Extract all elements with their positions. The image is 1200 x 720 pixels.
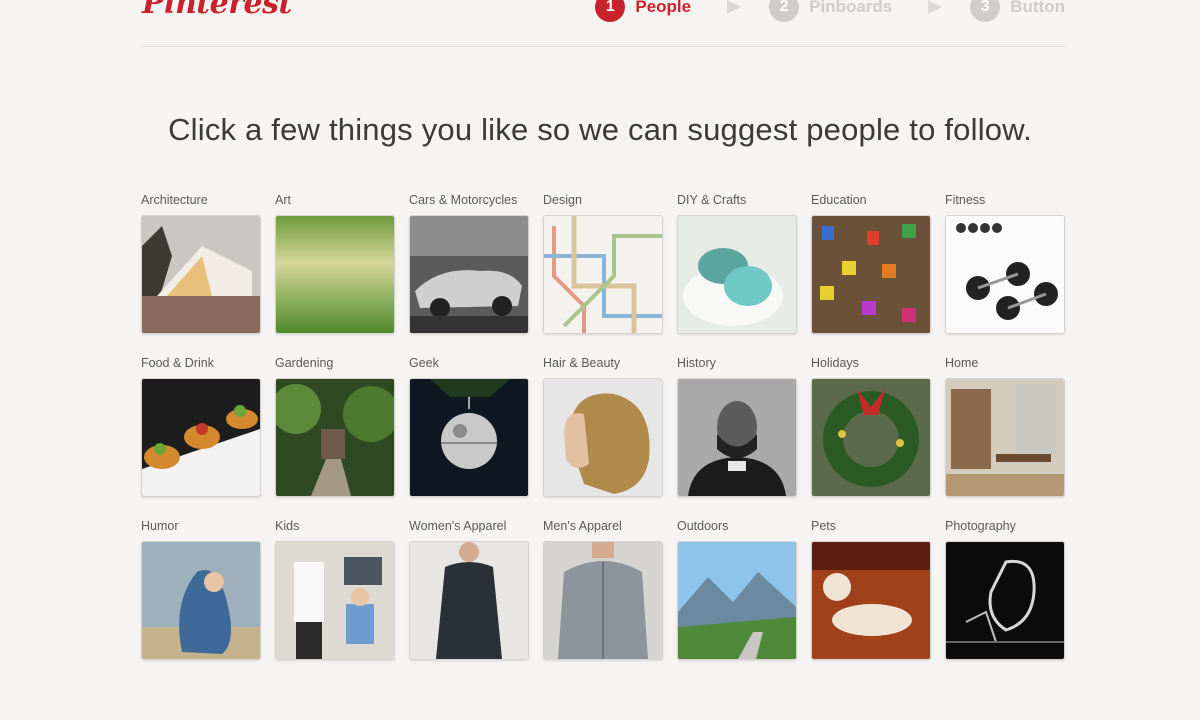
signup-steps: 1 People 2 Pinboards 3 Button	[595, 0, 1065, 22]
category-womens-apparel[interactable]: Women's Apparel	[409, 519, 529, 660]
category-design[interactable]: Design	[543, 193, 663, 334]
category-label: Art	[275, 193, 291, 207]
category-kids[interactable]: Kids	[275, 519, 395, 660]
category-label: Food & Drink	[141, 356, 214, 370]
step-label: Pinboards	[809, 0, 893, 16]
category-label: Cars & Motorcycles	[409, 193, 518, 207]
category-image[interactable]	[945, 215, 1065, 334]
category-image[interactable]	[677, 378, 797, 497]
category-label: Design	[543, 193, 582, 207]
category-image[interactable]	[141, 378, 261, 497]
category-image[interactable]	[811, 215, 931, 334]
category-outdoors[interactable]: Outdoors	[677, 519, 797, 660]
category-image[interactable]	[275, 378, 395, 497]
category-architecture[interactable]: Architecture	[141, 193, 261, 334]
step-number: 1	[595, 0, 626, 22]
category-image[interactable]	[945, 541, 1065, 660]
category-food-drink[interactable]: Food & Drink	[141, 356, 261, 497]
category-label: Hair & Beauty	[543, 356, 621, 370]
category-image[interactable]	[275, 541, 395, 660]
category-label: Holidays	[811, 356, 859, 370]
category-label: Kids	[275, 519, 300, 533]
chevron-right-icon	[727, 0, 742, 14]
category-image[interactable]	[409, 541, 529, 660]
category-hair-beauty[interactable]: Hair & Beauty	[543, 356, 663, 497]
category-label: Photography	[945, 519, 1016, 533]
category-label: Humor	[141, 519, 179, 533]
category-art[interactable]: Art	[275, 193, 395, 334]
category-label: Men's Apparel	[543, 519, 622, 533]
category-grid: Architecture Art Cars & Motorcycles Desi…	[141, 193, 1065, 660]
category-image[interactable]	[677, 541, 797, 660]
category-cars-motorcycles[interactable]: Cars & Motorcycles	[409, 193, 529, 334]
category-image[interactable]	[543, 378, 663, 497]
category-image[interactable]	[945, 378, 1065, 497]
category-image[interactable]	[141, 215, 261, 334]
step-number: 2	[769, 0, 800, 22]
category-history[interactable]: History	[677, 356, 797, 497]
category-label: Pets	[811, 519, 837, 533]
category-image[interactable]	[811, 378, 931, 497]
category-label: Home	[945, 356, 979, 370]
category-image[interactable]	[677, 215, 797, 334]
category-label: Gardening	[275, 356, 334, 370]
step-button: 3 Button	[970, 0, 1065, 22]
step-pinboards: 2 Pinboards	[769, 0, 892, 22]
category-label: Education	[811, 193, 867, 207]
category-humor[interactable]: Humor	[141, 519, 261, 660]
category-label: Architecture	[141, 193, 208, 207]
category-label: Geek	[409, 356, 439, 370]
step-people: 1 People	[595, 0, 691, 22]
category-image[interactable]	[409, 378, 529, 497]
category-label: DIY & Crafts	[677, 193, 747, 207]
category-gardening[interactable]: Gardening	[275, 356, 395, 497]
page-headline: Click a few things you like so we can su…	[168, 112, 1032, 147]
step-label: Button	[1010, 0, 1065, 16]
category-geek[interactable]: Geek	[409, 356, 529, 497]
category-home[interactable]: Home	[945, 356, 1065, 497]
category-label: Women's Apparel	[409, 519, 507, 533]
pinterest-logo[interactable]: Pinterest	[142, 0, 292, 21]
category-education[interactable]: Education	[811, 193, 931, 334]
category-image[interactable]	[543, 215, 663, 334]
top-bar: Pinterest 1 People 2 Pinboards 3 Button	[140, 0, 1065, 47]
category-mens-apparel[interactable]: Men's Apparel	[543, 519, 663, 660]
category-image[interactable]	[543, 541, 663, 660]
category-image[interactable]	[141, 541, 261, 660]
category-holidays[interactable]: Holidays	[811, 356, 931, 497]
category-label: Fitness	[945, 193, 986, 207]
category-pets[interactable]: Pets	[811, 519, 931, 660]
category-photography[interactable]: Photography	[945, 519, 1065, 660]
step-label: People	[635, 0, 692, 16]
chevron-right-icon	[928, 0, 943, 14]
category-fitness[interactable]: Fitness	[945, 193, 1065, 334]
category-label: History	[677, 356, 716, 370]
category-label: Outdoors	[677, 519, 729, 533]
category-image[interactable]	[275, 215, 395, 334]
category-diy-crafts[interactable]: DIY & Crafts	[677, 193, 797, 334]
step-number: 3	[970, 0, 1001, 22]
category-image[interactable]	[409, 215, 529, 334]
category-image[interactable]	[811, 541, 931, 660]
